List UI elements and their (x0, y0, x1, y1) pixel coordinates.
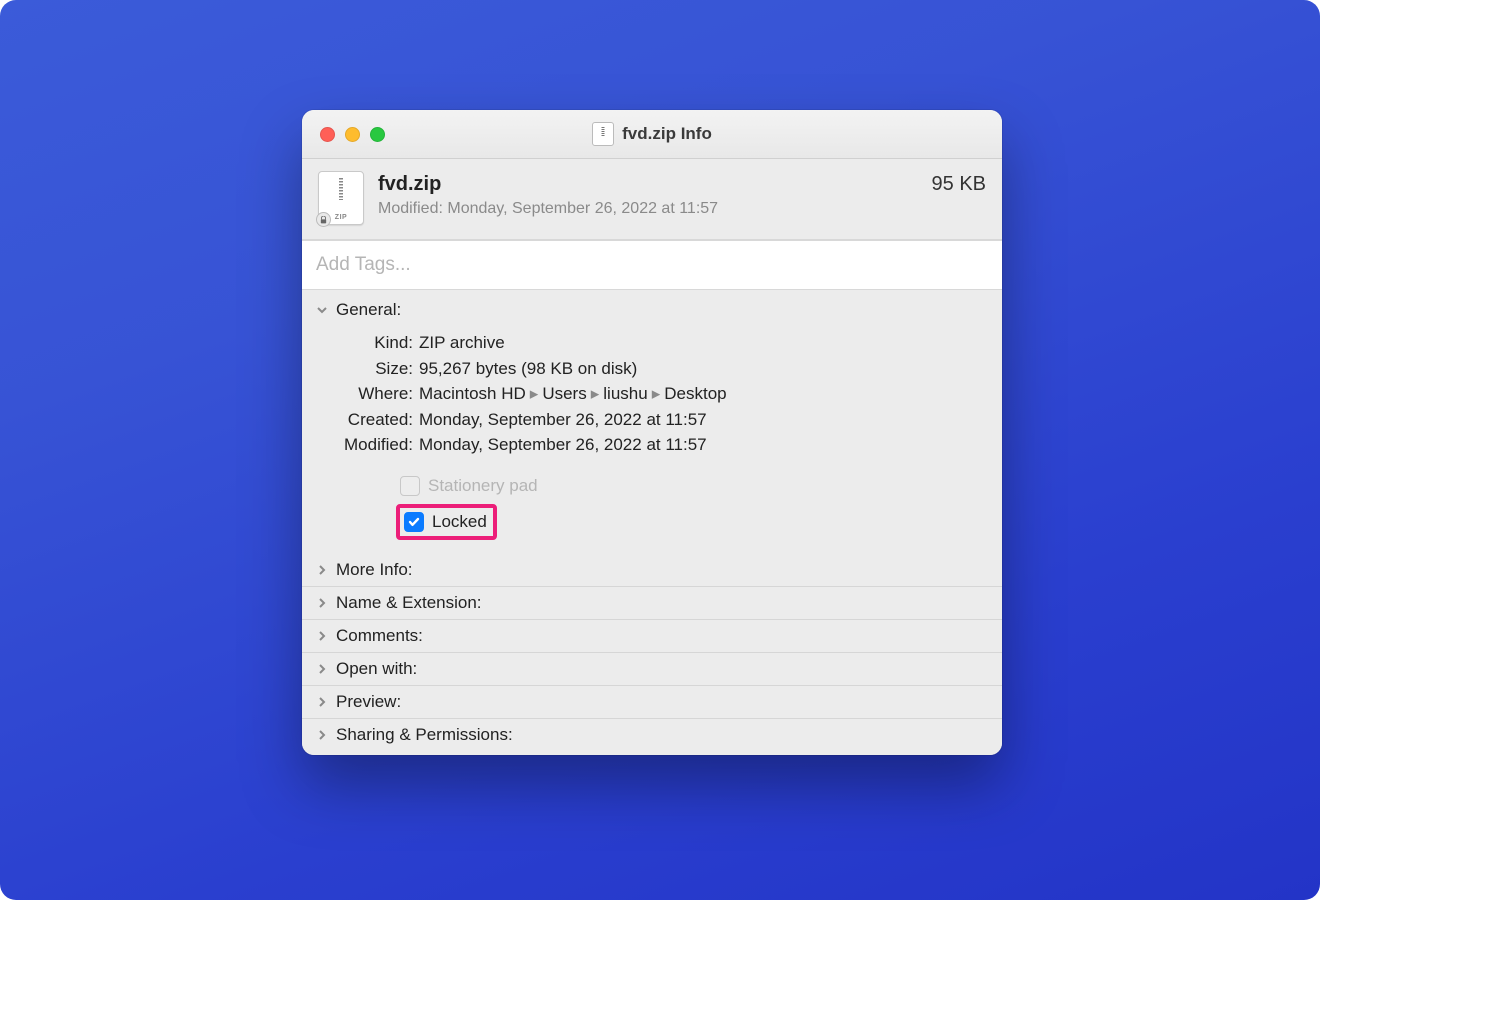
stationery-pad-checkbox (400, 476, 420, 496)
section-more-info[interactable]: More Info: (302, 554, 1002, 586)
created-label: Created: (318, 407, 413, 433)
section-comments[interactable]: Comments: (302, 619, 1002, 652)
section-comments-label: Comments: (336, 626, 423, 646)
section-sharing-permissions[interactable]: Sharing & Permissions: (302, 718, 1002, 755)
section-preview[interactable]: Preview: (302, 685, 1002, 718)
size-value: 95,267 bytes (98 KB on disk) (419, 356, 637, 382)
section-name-extension-label: Name & Extension: (336, 593, 482, 613)
close-button[interactable] (320, 127, 335, 142)
section-name-extension[interactable]: Name & Extension: (302, 586, 1002, 619)
file-header: ZIP fvd.zip Modified: Monday, September … (302, 159, 1002, 240)
get-info-window: fvd.zip Info ZIP fvd.zip Modified: Monda… (302, 110, 1002, 755)
chevron-down-icon (316, 304, 328, 316)
zoom-button[interactable] (370, 127, 385, 142)
chevron-right-icon (316, 597, 328, 609)
chevron-right-icon (316, 630, 328, 642)
titlebar[interactable]: fvd.zip Info (302, 110, 1002, 159)
locked-label: Locked (432, 512, 487, 532)
file-modified-summary: Modified: Monday, September 26, 2022 at … (378, 200, 918, 218)
modified-label: Modified: (318, 432, 413, 458)
zip-icon (592, 122, 614, 146)
section-general-label: General: (336, 300, 401, 320)
kind-label: Kind: (318, 330, 413, 356)
stationery-pad-label: Stationery pad (428, 476, 538, 496)
chevron-right-icon (316, 729, 328, 741)
created-value: Monday, September 26, 2022 at 11:57 (419, 407, 707, 433)
window-title: fvd.zip Info (622, 124, 712, 144)
chevron-right-icon (316, 663, 328, 675)
section-general-body: Kind: ZIP archive Size: 95,267 bytes (98… (302, 326, 1002, 554)
where-label: Where: (318, 381, 413, 407)
stationery-pad-row: Stationery pad (400, 476, 986, 496)
where-value: Macintosh HD▸Users▸liushu▸Desktop (419, 381, 727, 407)
tags-input[interactable] (314, 253, 994, 277)
modified-value: Monday, September 26, 2022 at 11:57 (419, 432, 707, 458)
size-label: Size: (318, 356, 413, 382)
section-preview-label: Preview: (336, 692, 401, 712)
section-general-header[interactable]: General: (302, 290, 1002, 326)
section-sharing-permissions-label: Sharing & Permissions: (336, 725, 513, 745)
file-size-summary: 95 KB (932, 173, 986, 196)
desktop-background: fvd.zip Info ZIP fvd.zip Modified: Monda… (0, 0, 1320, 900)
chevron-right-icon (316, 564, 328, 576)
minimize-button[interactable] (345, 127, 360, 142)
window-controls (320, 127, 385, 142)
file-name: fvd.zip (378, 173, 918, 196)
chevron-right-icon (316, 696, 328, 708)
lock-badge-icon (316, 212, 331, 227)
tags-field[interactable] (302, 240, 1002, 290)
locked-highlight: Locked (396, 504, 497, 540)
kind-value: ZIP archive (419, 330, 505, 356)
locked-checkbox[interactable] (404, 512, 424, 532)
section-open-with[interactable]: Open with: (302, 652, 1002, 685)
file-icon: ZIP (318, 171, 364, 225)
section-more-info-label: More Info: (336, 560, 413, 580)
section-open-with-label: Open with: (336, 659, 417, 679)
